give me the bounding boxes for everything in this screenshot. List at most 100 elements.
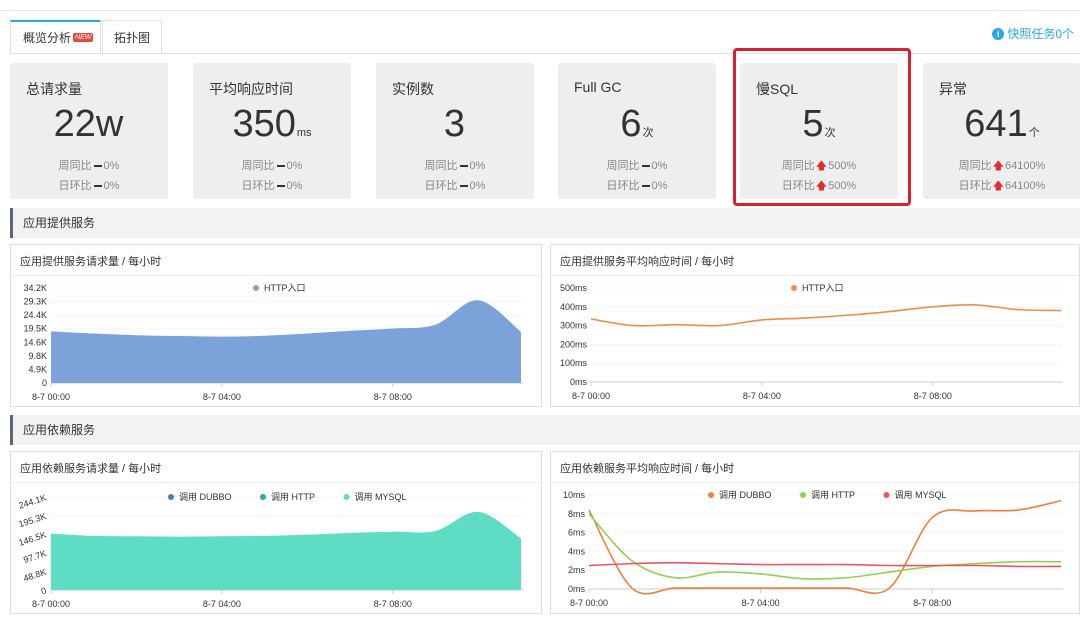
y-tick-label: 400ms — [560, 302, 588, 312]
flat-dash-icon — [276, 185, 285, 188]
comparison-label: 周同比 — [424, 160, 458, 172]
metric-card[interactable]: 总请求量 22w 周同比 0% 日环比 0% — [10, 63, 168, 199]
legend-marker-icon — [800, 492, 806, 498]
y-tick-label: 244.1K — [17, 492, 47, 510]
tab-bar: 概览分析 NEW 拓扑图 — [10, 20, 162, 54]
comparison-value: 0% — [286, 180, 303, 192]
chart-dependent-latency: 应用依赖服务平均响应时间 / 每小时 0ms 2ms 4ms 6ms 8ms 10ms 8-… — [550, 451, 1080, 614]
metric-title: 平均响应时间 — [209, 81, 293, 97]
x-tick-label: 8-7 04:00 — [203, 392, 241, 402]
up-arrow-icon: 🡅 — [992, 160, 1004, 172]
metric-value: 6 — [620, 103, 642, 145]
y-tick-label: 48.8K — [22, 567, 47, 584]
comparison-value: 64100% — [1004, 160, 1046, 172]
x-tick-label: 8-7 08:00 — [374, 392, 412, 402]
chart-provided-latency: 应用提供服务平均响应时间 / 每小时 0ms 100ms 200ms 300ms 400… — [550, 244, 1080, 407]
y-tick-label: 6ms — [568, 528, 586, 538]
legend-label: 调用 HTTP — [271, 492, 315, 502]
comparison-value: 0% — [103, 180, 120, 192]
legend-label: 调用 DUBBO — [719, 490, 772, 500]
tabs-divider — [10, 53, 1080, 54]
x-tick-label: 8-7 04:00 — [743, 391, 781, 401]
flat-dash-icon — [459, 185, 468, 188]
y-tick-label: 0ms — [568, 584, 586, 594]
week-over-week: 周同比 0% — [558, 157, 716, 173]
info-icon: i — [992, 27, 1005, 40]
metric-title: 总请求量 — [26, 81, 82, 97]
series-line — [588, 499, 1062, 595]
series-area — [51, 300, 521, 383]
y-tick-label: 500ms — [560, 283, 588, 293]
snapshot-tasks-label: 快照任务0个 — [1007, 27, 1074, 41]
metric-card[interactable]: 平均响应时间 350ms 周同比 0% 日环比 0% — [193, 63, 351, 199]
comparison-value: 0% — [469, 180, 486, 192]
y-tick-label: 146.5K — [17, 530, 47, 548]
x-tick-label: 8-7 00:00 — [572, 391, 610, 401]
x-tick-label: 8-7 08:00 — [913, 598, 951, 608]
slow-sql-highlight-frame — [733, 48, 911, 206]
comparison-value: 0% — [651, 180, 668, 192]
y-tick-label: 97.7K — [22, 548, 47, 565]
y-tick-label: 24.4K — [23, 310, 47, 320]
y-tick-label: 29.3K — [23, 297, 47, 307]
y-tick-label: 100ms — [560, 358, 588, 368]
metric-card[interactable]: 异常 641个 周同比🡅64100% 日环比🡅64100% — [923, 63, 1080, 199]
x-tick-label: 8-7 08:00 — [374, 599, 412, 609]
metric-card[interactable]: 实例数 3 周同比 0% 日环比 0% — [376, 63, 534, 199]
comparison-value: 64100% — [1004, 180, 1046, 192]
metric-unit: 次 — [642, 127, 654, 139]
metric-value: 3 — [443, 103, 466, 145]
week-over-week: 周同比 0% — [10, 157, 168, 173]
chart-svg: 0ms 100ms 200ms 300ms 400ms 500ms 8-7 00:00 8-7… — [560, 283, 1063, 401]
tab-overview[interactable]: 概览分析 NEW — [10, 20, 101, 53]
legend-label: 调用 MYSQL — [355, 492, 407, 502]
legend-marker-icon — [343, 494, 350, 500]
y-tick-label: 19.5K — [23, 324, 47, 334]
x-tick-label: 8-7 08:00 — [914, 391, 952, 401]
comparison-label: 周同比 — [606, 160, 640, 172]
flat-dash-icon — [459, 165, 468, 168]
y-tick-label: 2ms — [568, 565, 586, 575]
x-tick-label: 8-7 04:00 — [742, 598, 780, 608]
y-tick-label: 8ms — [568, 509, 586, 519]
metric-value-wrap: 6次 — [558, 101, 716, 156]
comparison-value: 0% — [469, 160, 486, 172]
metric-card[interactable]: Full GC 6次 周同比 0% 日环比 0% — [558, 63, 716, 199]
comparison-label: 日环比 — [606, 180, 640, 192]
series-line — [588, 513, 1062, 580]
flat-dash-icon — [93, 185, 102, 188]
day-over-day: 日环比 0% — [558, 177, 716, 193]
comparison-value: 0% — [286, 160, 303, 172]
metric-value-wrap: 350ms — [193, 101, 351, 156]
legend-marker-icon — [708, 492, 714, 498]
metric-value-wrap: 641个 — [923, 101, 1080, 156]
comparison-value: 0% — [103, 160, 120, 172]
metric-value: 22w — [53, 103, 124, 145]
comparison-label: 日环比 — [958, 180, 992, 192]
chart-svg: 048.8K 97.7K146.5K195.3K244.1K 8-7 00:00 8-… — [17, 492, 523, 609]
y-tick-label: 4.9K — [28, 364, 47, 374]
legend-label: 调用 MYSQL — [895, 490, 947, 500]
y-tick-label: 0 — [42, 378, 47, 388]
metric-unit: 个 — [1028, 127, 1040, 139]
legend-marker-icon — [260, 494, 266, 500]
metric-unit: ms — [296, 127, 312, 139]
tab-topology[interactable]: 拓扑图 — [102, 20, 162, 53]
legend-marker-icon — [883, 492, 890, 498]
day-over-day: 日环比 0% — [193, 177, 351, 193]
tab-topology-label: 拓扑图 — [113, 30, 150, 45]
snapshot-tasks-link[interactable]: i 快照任务0个 — [992, 25, 1074, 42]
comparison-label: 周同比 — [958, 160, 992, 172]
day-over-day: 日环比 0% — [10, 177, 168, 193]
metric-value-wrap: 22w — [10, 101, 168, 156]
flat-dash-icon — [93, 165, 102, 168]
metric-value: 641 — [964, 103, 1028, 145]
comparison-label: 日环比 — [424, 180, 458, 192]
day-over-day: 日环比 0% — [376, 177, 534, 193]
legend-marker-icon — [791, 285, 797, 291]
legend-label: 调用 DUBBO — [179, 492, 232, 502]
section-dependent-services: 应用依赖服务 — [10, 415, 1080, 445]
y-tick-label: 14.6K — [23, 337, 47, 347]
metric-title: 实例数 — [392, 81, 434, 97]
x-tick-label: 8-7 00:00 — [32, 599, 70, 609]
